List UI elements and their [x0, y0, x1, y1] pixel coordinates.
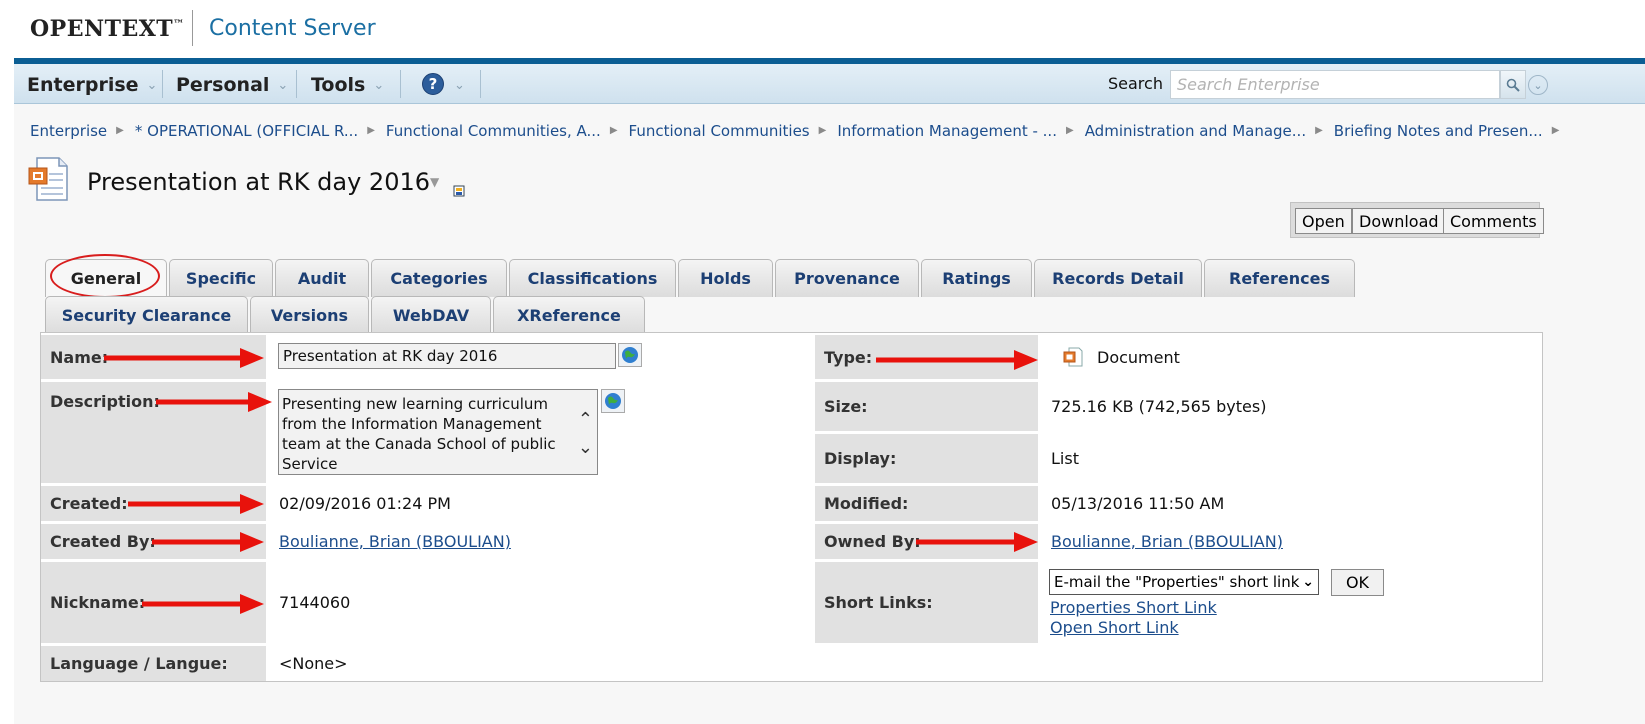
caret-right-icon: ▶	[1315, 125, 1323, 136]
reserve-icon[interactable]	[453, 182, 465, 197]
chevron-down-icon: ⌄	[373, 77, 385, 93]
logo-divider	[192, 10, 193, 46]
download-button[interactable]: Download	[1352, 208, 1446, 234]
annotation-arrow	[128, 494, 264, 514]
caret-right-icon: ▶	[1551, 125, 1560, 136]
menu-personal[interactable]: Personal ⌄	[176, 72, 288, 98]
display-value: List	[1041, 434, 1542, 483]
caret-right-icon: ▶	[1065, 125, 1074, 136]
annotation-arrow	[156, 392, 272, 412]
presentation-icon	[1063, 347, 1083, 367]
annotation-circle	[50, 254, 160, 298]
size-value: 725.16 KB (742,565 bytes)	[1041, 382, 1542, 431]
open-short-link[interactable]: Open Short Link	[1050, 618, 1179, 637]
caret-right-icon: ▶	[609, 125, 618, 136]
globe-icon[interactable]	[618, 343, 642, 367]
tab-ratings[interactable]: Ratings	[921, 259, 1032, 297]
action-button-group: Open Download Comments	[1290, 202, 1544, 238]
menu-divider	[400, 70, 401, 98]
product-name: Content Server	[209, 16, 376, 41]
breadcrumb-item[interactable]: Enterprise	[30, 122, 107, 140]
tab-references[interactable]: References	[1204, 259, 1355, 297]
breadcrumb-item[interactable]: Administration and Manage...	[1085, 122, 1306, 140]
open-button[interactable]: Open	[1295, 208, 1352, 234]
modified-value: 05/13/2016 11:50 AM	[1041, 486, 1542, 521]
ok-button[interactable]: OK	[1331, 569, 1384, 596]
display-label: Display:	[815, 434, 1038, 483]
breadcrumb-item[interactable]: Functional Communities	[629, 122, 810, 140]
annotation-arrow	[142, 594, 264, 614]
menu-divider	[162, 70, 163, 98]
owned-by-link[interactable]: Boulianne, Brian (BBOULIAN)	[1051, 532, 1283, 551]
caret-right-icon: ▶	[818, 125, 827, 136]
chevron-down-icon: ⌄	[146, 77, 158, 93]
size-label: Size:	[815, 382, 1038, 431]
chevron-down-icon: ⌄	[277, 77, 289, 93]
caret-right-icon: ▶	[116, 125, 124, 136]
caret-right-icon: ▶	[367, 125, 375, 136]
globe-icon[interactable]	[601, 389, 625, 413]
language-label: Language / Langue:	[41, 646, 266, 681]
tab-xreference[interactable]: XReference	[493, 296, 645, 334]
menu-divider	[480, 70, 481, 98]
breadcrumb-item[interactable]: * OPERATIONAL (OFFICIAL R...	[135, 122, 358, 140]
created-value: 02/09/2016 01:24 PM	[269, 486, 812, 521]
language-value: <None>	[269, 646, 1542, 681]
owned-by-value-cell: Boulianne, Brian (BBOULIAN)	[1041, 524, 1542, 559]
chevron-down-icon[interactable]: ⌄	[454, 78, 465, 93]
type-value-cell: Document	[1041, 335, 1542, 379]
annotation-arrow	[104, 348, 264, 368]
breadcrumb-item[interactable]: Briefing Notes and Presen...	[1334, 122, 1543, 140]
presentation-document-icon	[27, 156, 71, 202]
created-by-link[interactable]: Boulianne, Brian (BBOULIAN)	[279, 532, 511, 551]
annotation-arrow	[916, 532, 1038, 552]
opentext-logo: OPENTEXT™	[30, 16, 185, 42]
description-field[interactable]: Presenting new learning curriculum from …	[278, 389, 598, 475]
breadcrumb: Enterprise ▶ * OPERATIONAL (OFFICIAL R...…	[30, 122, 1570, 140]
nickname-value: 7144060	[269, 562, 812, 643]
annotation-arrow	[152, 532, 264, 552]
tab-audit[interactable]: Audit	[275, 259, 369, 297]
tab-records-detail[interactable]: Records Detail	[1034, 259, 1202, 297]
short-link-select[interactable]: E-mail the "Properties" short link ⌄	[1049, 569, 1319, 595]
menu-enterprise[interactable]: Enterprise ⌄	[27, 72, 157, 98]
menu-divider	[296, 70, 297, 98]
properties-short-link[interactable]: Properties Short Link	[1050, 598, 1217, 617]
tab-classifications[interactable]: Classifications	[509, 259, 676, 297]
annotation-arrow	[876, 350, 1038, 370]
tab-specific[interactable]: Specific	[169, 259, 273, 297]
tab-security-clearance[interactable]: Security Clearance	[45, 296, 248, 334]
chevron-down-icon: ⌄	[1302, 574, 1314, 590]
search-icon[interactable]	[1500, 70, 1526, 99]
description-text: Presenting new learning curriculum from …	[282, 395, 556, 473]
chevron-down-icon[interactable]: ▼	[430, 175, 439, 189]
search-options-icon[interactable]: ⌄	[1528, 75, 1548, 95]
tab-webdav[interactable]: WebDAV	[371, 296, 491, 334]
short-links-label: Short Links:	[815, 562, 1038, 643]
modified-label: Modified:	[815, 486, 1038, 521]
page-title: Presentation at RK day 2016	[87, 168, 430, 196]
content-server-window: OPENTEXT™ Content Server Enterprise ⌄ Per…	[14, 0, 1645, 724]
breadcrumb-item[interactable]: Functional Communities, A...	[386, 122, 601, 140]
textarea-scroll-icon[interactable]: ⌃ ⌄	[578, 406, 593, 462]
tab-holds[interactable]: Holds	[678, 259, 773, 297]
help-icon[interactable]: ?	[422, 73, 444, 95]
tab-categories[interactable]: Categories	[371, 259, 507, 297]
comments-button[interactable]: Comments	[1443, 208, 1544, 234]
search-input[interactable]	[1170, 70, 1500, 99]
search-label: Search	[1108, 74, 1163, 93]
type-value: Document	[1097, 347, 1180, 367]
breadcrumb-item[interactable]: Information Management - ...	[837, 122, 1057, 140]
tab-provenance[interactable]: Provenance	[775, 259, 919, 297]
name-field[interactable]	[278, 343, 616, 369]
main-menu-bar: Enterprise ⌄ Personal ⌄ Tools ⌄ ? ⌄ Search …	[14, 64, 1645, 104]
created-by-value-cell: Boulianne, Brian (BBOULIAN)	[269, 524, 812, 559]
app-header: OPENTEXT™ Content Server	[14, 0, 1645, 58]
menu-tools[interactable]: Tools ⌄	[311, 72, 384, 98]
tab-versions[interactable]: Versions	[250, 296, 369, 334]
